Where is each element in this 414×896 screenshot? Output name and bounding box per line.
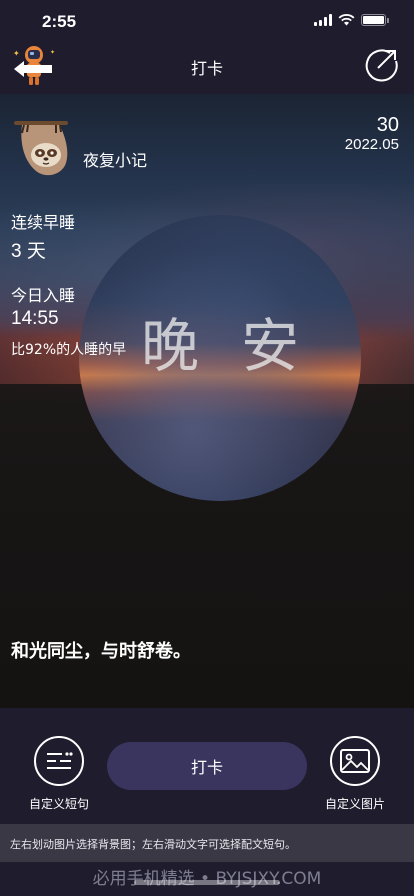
text-lines-icon	[47, 752, 73, 769]
quote-text[interactable]: 和光同尘，与时舒卷。	[11, 637, 191, 663]
custom-quote-label: 自定义短句	[28, 797, 89, 811]
page-title: 打卡	[190, 61, 223, 78]
streak-label: 连续早睡	[11, 213, 76, 232]
share-arrow-icon[interactable]	[364, 46, 400, 82]
streak-value: 3 天	[11, 241, 46, 262]
custom-quote-button[interactable]: 自定义短句	[14, 736, 104, 812]
app-label: 夜复小记	[83, 151, 148, 170]
hint-bar: 左右划动图片选择背景图；左右滑动文字可选择配文短句。	[0, 824, 414, 862]
image-icon	[340, 749, 370, 773]
status-time: 2:55	[42, 12, 77, 31]
sleep-time-label: 今日入睡	[11, 286, 76, 305]
custom-image-button[interactable]: 自定义图片	[310, 736, 400, 812]
nav-bar: ✦ ✦ 打卡	[0, 44, 414, 94]
date-day: 30	[376, 114, 399, 136]
status-icons	[314, 14, 389, 26]
battery-icon	[361, 14, 389, 26]
sleep-time-value: 14:55	[11, 308, 59, 329]
signal-icon	[314, 14, 332, 26]
sleep-compare-note: 比92%的人睡的早	[11, 342, 127, 358]
status-bar: 2:55	[0, 0, 414, 44]
sloth-icon	[14, 121, 68, 176]
checkin-button[interactable]: 打卡	[107, 742, 307, 790]
home-indicator	[134, 880, 280, 885]
wifi-icon	[338, 14, 355, 26]
date-month: 2022.05	[344, 136, 399, 153]
action-panel: 自定义短句 打卡 自定义图片	[0, 708, 414, 824]
hint-text: 左右划动图片选择背景图；左右滑动文字可选择配文短句。	[10, 838, 296, 851]
watermark: 必用手机精选 • BYJSJXY.COM	[92, 869, 322, 889]
custom-image-label: 自定义图片	[324, 797, 385, 811]
background-image-card[interactable]: 晚安 夜复小记 30 2022.05 连续早睡 3 天 今日入睡 14:55 比…	[0, 94, 414, 708]
